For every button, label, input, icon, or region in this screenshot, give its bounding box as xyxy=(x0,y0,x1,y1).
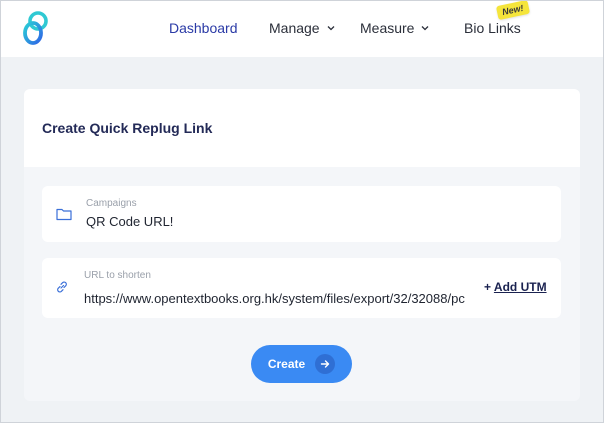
create-button[interactable]: Create xyxy=(251,345,352,383)
nav-dashboard-label: Dashboard xyxy=(169,20,238,36)
folder-icon xyxy=(56,208,72,221)
nav-bio-links[interactable]: Bio Links xyxy=(464,20,521,36)
new-badge: New! xyxy=(495,1,530,21)
chevron-down-icon xyxy=(327,26,335,31)
campaign-field[interactable]: Campaigns QR Code URL! xyxy=(42,186,561,242)
card-title: Create Quick Replug Link xyxy=(42,120,213,136)
campaign-value[interactable]: QR Code URL! xyxy=(86,214,173,229)
link-icon xyxy=(57,281,67,293)
app-window: Dashboard Manage Measure Bio Links New! … xyxy=(0,0,604,423)
add-utm-link[interactable]: + Add UTM xyxy=(484,280,547,294)
replug-logo-icon[interactable] xyxy=(21,9,53,47)
url-input[interactable]: https://www.opentextbooks.org.hk/system/… xyxy=(84,291,469,306)
create-button-label: Create xyxy=(267,357,306,371)
nav-bio-links-label: Bio Links xyxy=(464,20,521,36)
nav-manage[interactable]: Manage xyxy=(269,20,336,36)
url-label: URL to shorten xyxy=(84,270,151,281)
url-field[interactable]: URL to shorten https://www.opentextbooks… xyxy=(42,258,561,318)
campaign-label: Campaigns xyxy=(86,198,137,209)
chevron-down-icon xyxy=(422,26,429,31)
card-header: Create Quick Replug Link xyxy=(24,89,580,167)
nav-measure-label: Measure xyxy=(360,20,415,36)
nav-manage-label: Manage xyxy=(269,20,320,36)
add-utm-prefix: + xyxy=(484,280,492,294)
quick-link-card: Create Quick Replug Link Campaigns QR Co… xyxy=(24,89,580,401)
add-utm-label: Add UTM xyxy=(493,280,547,294)
arrow-right-icon xyxy=(315,354,336,374)
nav-measure[interactable]: Measure xyxy=(360,20,430,36)
top-navigation: Dashboard Manage Measure Bio Links New! xyxy=(1,1,603,57)
nav-dashboard[interactable]: Dashboard xyxy=(169,20,238,36)
